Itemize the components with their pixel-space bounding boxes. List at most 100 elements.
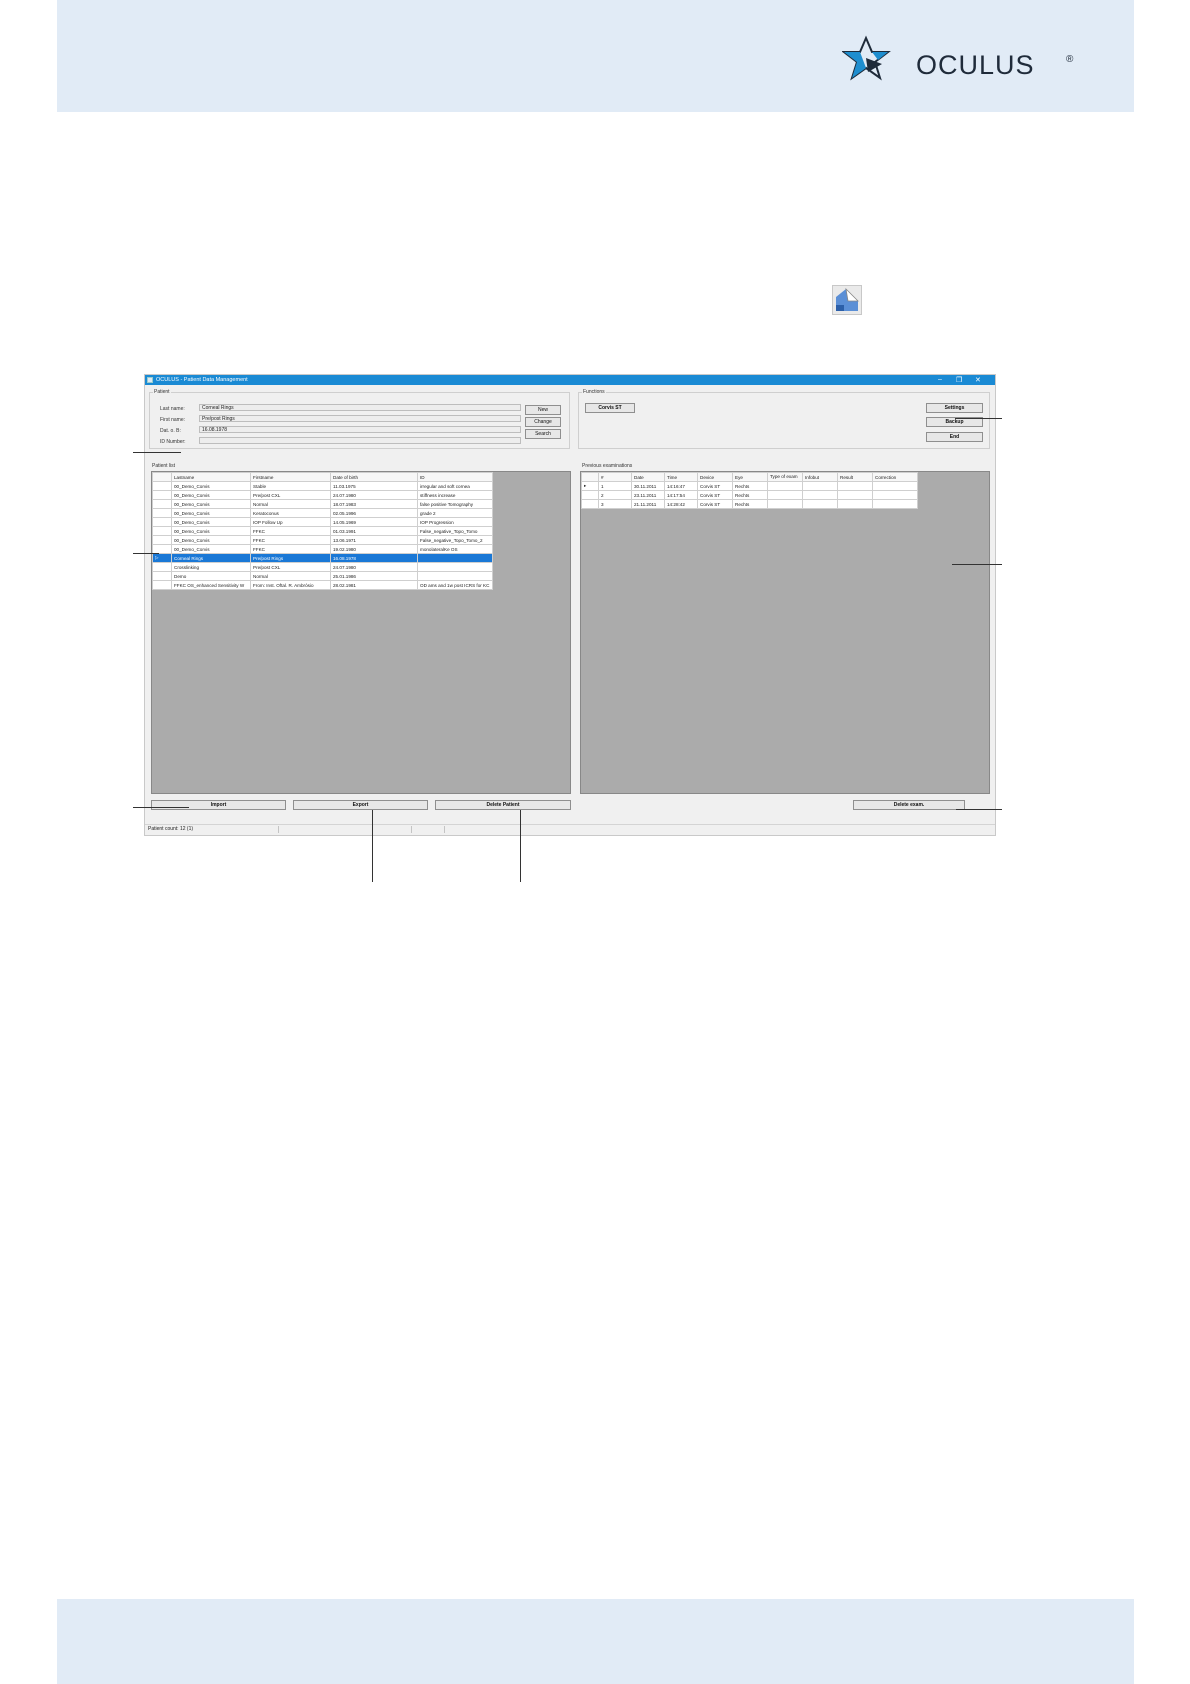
callout-line: [955, 418, 1002, 419]
exam-cell: 14:28:42: [664, 499, 698, 509]
callout-line: [133, 807, 189, 808]
first-name-field[interactable]: Pre/post Rings: [199, 415, 521, 422]
search-button[interactable]: Search: [525, 429, 561, 439]
previous-exams-header: # Date Time Device Eye Type of exam Info…: [581, 472, 918, 482]
col-exam-result[interactable]: Result: [837, 472, 873, 482]
exam-cell: [872, 490, 918, 500]
app-icon: [147, 377, 153, 383]
patient-row[interactable]: 00_Demo_Corvis Normal 18.07.1983 false posi…: [152, 499, 493, 509]
patient-cell: [152, 580, 172, 590]
col-exam-time[interactable]: Time: [664, 472, 698, 482]
patient-row[interactable]: ▷ Corneal Rings Pre/post Rings 16.08.1978: [152, 553, 493, 563]
exam-cell: [837, 481, 873, 491]
patient-cell: 14.05.1969: [330, 517, 418, 527]
patient-cell: FFKC OS_enhanced Sensitivity W: [171, 580, 251, 590]
previous-exams-label: Previous examinations: [581, 463, 634, 469]
minimize-icon[interactable]: –: [938, 376, 942, 383]
patient-cell: 11.03.1975: [330, 481, 418, 491]
change-button[interactable]: Change: [525, 417, 561, 427]
settings-button[interactable]: Settings: [926, 403, 983, 413]
exam-cell: 30.11.2011: [631, 481, 665, 491]
patient-cell: Stable: [250, 481, 331, 491]
col-exam-device[interactable]: Device: [697, 472, 733, 482]
patient-cell: False_negative_Topo_Tomo_2: [417, 535, 493, 545]
patient-cell: Normal: [250, 499, 331, 509]
patient-row[interactable]: 00_Demo_Corvis FFKC 19.02.1980 monolateralK…: [152, 544, 493, 554]
exam-cell: Corvis ST: [697, 490, 733, 500]
patient-list-table[interactable]: Lastname Firstname Date of birth ID 00_D…: [152, 472, 493, 590]
patient-cell: False_negative_Topo_Tomo: [417, 526, 493, 536]
col-firstname[interactable]: Firstname: [250, 472, 331, 482]
col-exam-indicator: [581, 472, 599, 482]
patient-row[interactable]: 00_Demo_Corvis Stable 11.03.1975 irregular …: [152, 481, 493, 491]
exam-cell: 2: [598, 490, 632, 500]
patient-cell: 16.08.1978: [330, 553, 418, 563]
exam-cell: 14:16:47: [664, 481, 698, 491]
patient-cell: 01.03.1991: [330, 526, 418, 536]
col-exam-number[interactable]: #: [598, 472, 632, 482]
window-title: OCULUS - Patient Data Management: [156, 377, 248, 383]
patient-row[interactable]: FFKC OS_enhanced Sensitivity W From: Inst…: [152, 580, 493, 590]
col-exam-date[interactable]: Date: [631, 472, 665, 482]
corvis-st-button[interactable]: Corvis ST: [585, 403, 635, 413]
functions-group-label: Functions: [582, 389, 606, 395]
last-name-field[interactable]: Corneal Rings: [199, 404, 521, 411]
patient-row[interactable]: 00_Demo_Corvis Keratoconus 02.05.1996 grade…: [152, 508, 493, 518]
patient-cell: 00_Demo_Corvis: [171, 517, 251, 527]
brand-name: OCULUS: [916, 50, 1035, 80]
exam-cell: [802, 490, 838, 500]
exam-cell: Rechts: [732, 490, 768, 500]
patient-cell: 02.05.1996: [330, 508, 418, 518]
col-indicator: [152, 472, 172, 482]
patient-cell: Pre/post CXL: [250, 562, 331, 572]
patient-cell: 00_Demo_Corvis: [171, 490, 251, 500]
delete-exam-button[interactable]: Delete exam.: [853, 800, 965, 810]
delete-patient-button[interactable]: Delete Patient: [435, 800, 571, 810]
new-button[interactable]: New: [525, 405, 561, 415]
id-number-label: ID Number:: [160, 439, 186, 445]
col-lastname[interactable]: Lastname: [171, 472, 251, 482]
patient-cell: Corneal Rings: [171, 553, 251, 563]
restore-icon[interactable]: ❐: [956, 376, 962, 384]
import-button[interactable]: Import: [151, 800, 286, 810]
callout-line: [956, 809, 1002, 810]
id-number-field[interactable]: [199, 437, 521, 444]
end-button[interactable]: End: [926, 432, 983, 442]
window-titlebar: OCULUS - Patient Data Management – ❐ ✕: [145, 375, 995, 385]
patient-cell: Demo: [171, 571, 251, 581]
exam-cell: 23.11.2011: [631, 490, 665, 500]
patient-cell: [417, 562, 493, 572]
patient-cell: [152, 526, 172, 536]
patient-cell: 25.01.1986: [330, 571, 418, 581]
patient-data-management-icon: [832, 285, 862, 315]
patient-cell: 19.02.1980: [330, 544, 418, 554]
patient-cell: stiffness increase: [417, 490, 493, 500]
col-exam-eye[interactable]: Eye: [732, 472, 768, 482]
export-button[interactable]: Export: [293, 800, 428, 810]
patient-row[interactable]: 00_Demo_Corvis FFKC 13.06.1971 False_negati…: [152, 535, 493, 545]
previous-exams-table[interactable]: # Date Time Device Eye Type of exam Info…: [581, 472, 918, 509]
patient-data-management-window: OCULUS - Patient Data Management – ❐ ✕ P…: [144, 374, 996, 836]
date-of-birth-label: Dat. o. B:: [160, 428, 181, 434]
patient-count-status: Patient count: 12 (1): [146, 826, 279, 833]
col-exam-correction[interactable]: Correction: [872, 472, 918, 482]
patient-cell: 00_Demo_Corvis: [171, 535, 251, 545]
exam-cell: ▸: [581, 481, 599, 491]
close-icon[interactable]: ✕: [975, 376, 981, 384]
exam-cell: [872, 499, 918, 509]
patient-row[interactable]: 00_Demo_Corvis IOP Follow Up 14.05.1969 IOP…: [152, 517, 493, 527]
date-of-birth-field[interactable]: 16.08.1978: [199, 426, 521, 433]
col-exam-type[interactable]: Type of exam: [767, 472, 803, 482]
col-date-of-birth[interactable]: Date of birth: [330, 472, 418, 482]
patient-cell: 00_Demo_Corvis: [171, 481, 251, 491]
patient-row[interactable]: Crosslinking Pre/post CXL 24.07.1980: [152, 562, 493, 572]
patient-cell: IOP Follow Up: [250, 517, 331, 527]
patient-row[interactable]: 00_Demo_Corvis Pre/post CXL 24.07.1980 stif…: [152, 490, 493, 500]
exam-row[interactable]: 3 21.11.2011 14:28:42 Corvis ST Rechts: [581, 499, 918, 509]
col-id[interactable]: ID: [417, 472, 493, 482]
exam-row[interactable]: ▸ 1 30.11.2011 14:16:47 Corvis ST Rechts: [581, 481, 918, 491]
exam-row[interactable]: 2 23.11.2011 14:17:54 Corvis ST Rechts: [581, 490, 918, 500]
col-exam-infobut[interactable]: Infobut: [802, 472, 838, 482]
patient-row[interactable]: 00_Demo_Corvis FFKC 01.03.1991 False_negati…: [152, 526, 493, 536]
patient-row[interactable]: Demo Normal 25.01.1986: [152, 571, 493, 581]
